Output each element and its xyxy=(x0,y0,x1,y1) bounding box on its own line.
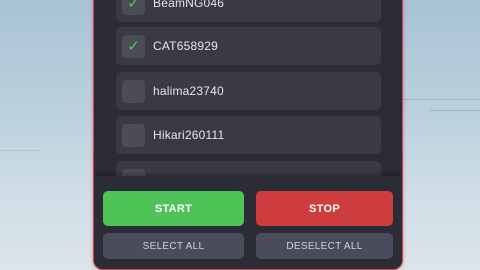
stop-button[interactable]: STOP xyxy=(256,191,393,226)
deselect-all-button[interactable]: DESELECT ALL xyxy=(256,233,393,259)
account-checkbox[interactable]: ✓ xyxy=(122,0,145,15)
account-manager-panel: ✓ BeamNG046 ✓ CAT658929 halima23740 Hika… xyxy=(93,0,403,270)
account-row[interactable] xyxy=(116,161,381,176)
account-checkbox[interactable] xyxy=(122,168,145,176)
checkmark-icon: ✓ xyxy=(127,0,140,12)
account-row[interactable]: ✓ BeamNG046 xyxy=(116,0,381,22)
account-name: CAT658929 xyxy=(153,39,218,53)
action-footer: START STOP SELECT ALL DESELECT ALL xyxy=(94,176,402,269)
account-checkbox[interactable] xyxy=(122,123,145,147)
account-row[interactable]: Hikari260111 xyxy=(116,116,381,154)
account-list[interactable]: ✓ BeamNG046 ✓ CAT658929 halima23740 Hika… xyxy=(94,0,402,176)
account-name: BeamNG046 xyxy=(153,0,225,10)
account-checkbox[interactable] xyxy=(122,79,145,103)
account-name: Hikari260111 xyxy=(153,128,225,142)
background-horizon-line xyxy=(430,110,480,111)
background-horizon-line xyxy=(0,150,40,151)
account-row[interactable]: ✓ CAT658929 xyxy=(116,27,381,65)
background-horizon-line xyxy=(400,99,480,100)
checkmark-icon: ✓ xyxy=(127,36,140,55)
select-all-button[interactable]: SELECT ALL xyxy=(103,233,244,259)
account-row[interactable]: halima23740 xyxy=(116,72,381,110)
account-name: halima23740 xyxy=(153,84,224,98)
start-button[interactable]: START xyxy=(103,191,244,226)
account-checkbox[interactable]: ✓ xyxy=(122,34,145,58)
